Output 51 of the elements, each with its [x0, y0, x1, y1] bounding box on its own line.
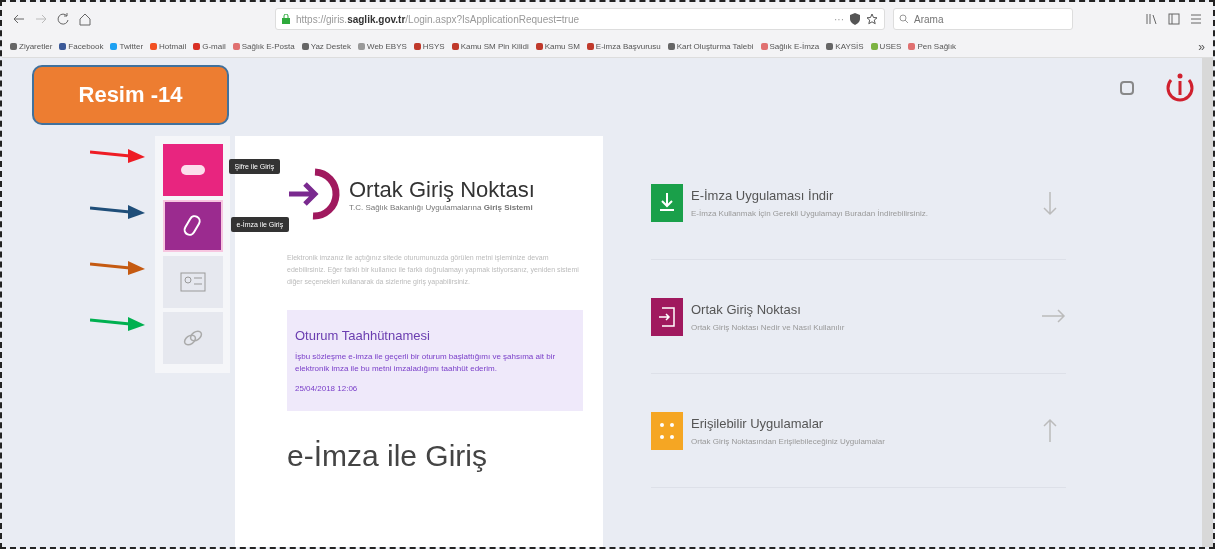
shield-icon[interactable]	[850, 13, 860, 25]
bookmark-link[interactable]: Pen Sağlık	[908, 42, 957, 51]
link-title: Ortak Giriş Noktası	[691, 301, 802, 317]
menu-icon[interactable]	[1189, 12, 1203, 26]
bookmark-link[interactable]: Sağlık E-Posta	[232, 42, 295, 51]
home-icon[interactable]	[78, 12, 92, 26]
id-card-icon	[179, 272, 206, 292]
bookmark-link[interactable]: Yaz Destek	[301, 42, 351, 51]
sidebar-icon[interactable]	[1167, 12, 1181, 26]
link-row[interactable]: Erişilebilir Uygulamalar Ortak Giriş Noktasından Erişilebileceğiniz Uygulamalar	[651, 374, 1066, 488]
library-icon[interactable]	[1145, 12, 1159, 26]
search-icon	[899, 14, 909, 24]
forward-icon[interactable]	[34, 12, 48, 26]
annotation-label: Resim -14	[32, 65, 229, 125]
bookmark-link[interactable]: G-mail	[193, 42, 226, 51]
overflow-icon[interactable]: »	[1198, 39, 1205, 54]
link-title: E-İmza Uygulaması İndir	[691, 187, 835, 203]
bookmark-link[interactable]: E-imza Başvurusu	[586, 42, 661, 51]
address-bar[interactable]: https://giris.saglik.gov.tr/Login.aspx?IsApplicationRequest=true ···	[275, 8, 885, 30]
site-title: Ortak Giriş Noktası	[349, 176, 535, 203]
notice-text: İşbu sözleşme e-imza ile geçerli bir oturum başlattığımı ve şahsıma ait bir elektronik imza ile bu metni imzaladığımı taahhüt ederim.	[295, 350, 557, 376]
reload-icon[interactable]	[56, 12, 70, 26]
login-method-button[interactable]	[162, 312, 223, 364]
back-icon[interactable]	[12, 12, 26, 26]
bookmark-link[interactable]: Kamu SM Pin Kilidi	[451, 42, 529, 51]
link-description: Ortak Giriş Noktasından Erişilebileceğiniz Uygulamalar	[691, 436, 886, 446]
link-description: Ortak Giriş Noktası Nedir ve Nasıl Kullanılır	[691, 322, 846, 332]
site-subtitle: T.C. Sağlık Bakanlığı Uygulamalarına Giriş Sistemi	[349, 202, 534, 212]
login-heading: e-İmza ile Giriş	[287, 439, 489, 474]
scrollbar[interactable]	[1202, 58, 1213, 547]
search-field[interactable]: Arama	[893, 8, 1073, 30]
link-title: Erişilebilir Uygulamalar	[691, 415, 825, 431]
star-icon[interactable]	[866, 13, 878, 25]
bookmark-link[interactable]: Twitter	[110, 42, 144, 51]
bookmark-link[interactable]: Kart Oluşturma Talebi	[667, 42, 754, 51]
link-description: E-İmza Kullanmak İçin Gerekli Uygulamayı Buradan İndirebilirsiniz.	[691, 208, 929, 218]
bookmark-link[interactable]: HSYS	[413, 42, 445, 51]
password-icon	[179, 164, 206, 176]
bookmark-link[interactable]: Web EBYS	[357, 42, 407, 51]
bookmark-link[interactable]: Sağlık E-İmza	[760, 42, 820, 51]
notice-date: 25/04/2018 12:06	[295, 384, 359, 394]
notice-title: Oturum Taahhütnamesi	[295, 327, 431, 343]
lock-icon	[282, 14, 290, 24]
link-row[interactable]: Ortak Giriş Noktası Ortak Giriş Noktası Nedir ve Nasıl Kullanılır	[651, 260, 1066, 374]
bookmark-link[interactable]: Ziyaretler	[10, 42, 53, 51]
bookmark-link[interactable]: Hotmail	[150, 42, 187, 51]
link-row[interactable]: E-İmza Uygulaması İndir E-İmza Kullanmak İçin Gerekli Uygulamayı Buradan İndirebilirsiniz.	[651, 146, 1066, 260]
bookmark-link[interactable]: Kamu SM	[535, 42, 580, 51]
bookmark-link[interactable]: USES	[870, 42, 902, 51]
bookmark-link[interactable]: Facebook	[59, 42, 104, 51]
bookmark-link[interactable]: KAYSİS	[826, 42, 864, 51]
